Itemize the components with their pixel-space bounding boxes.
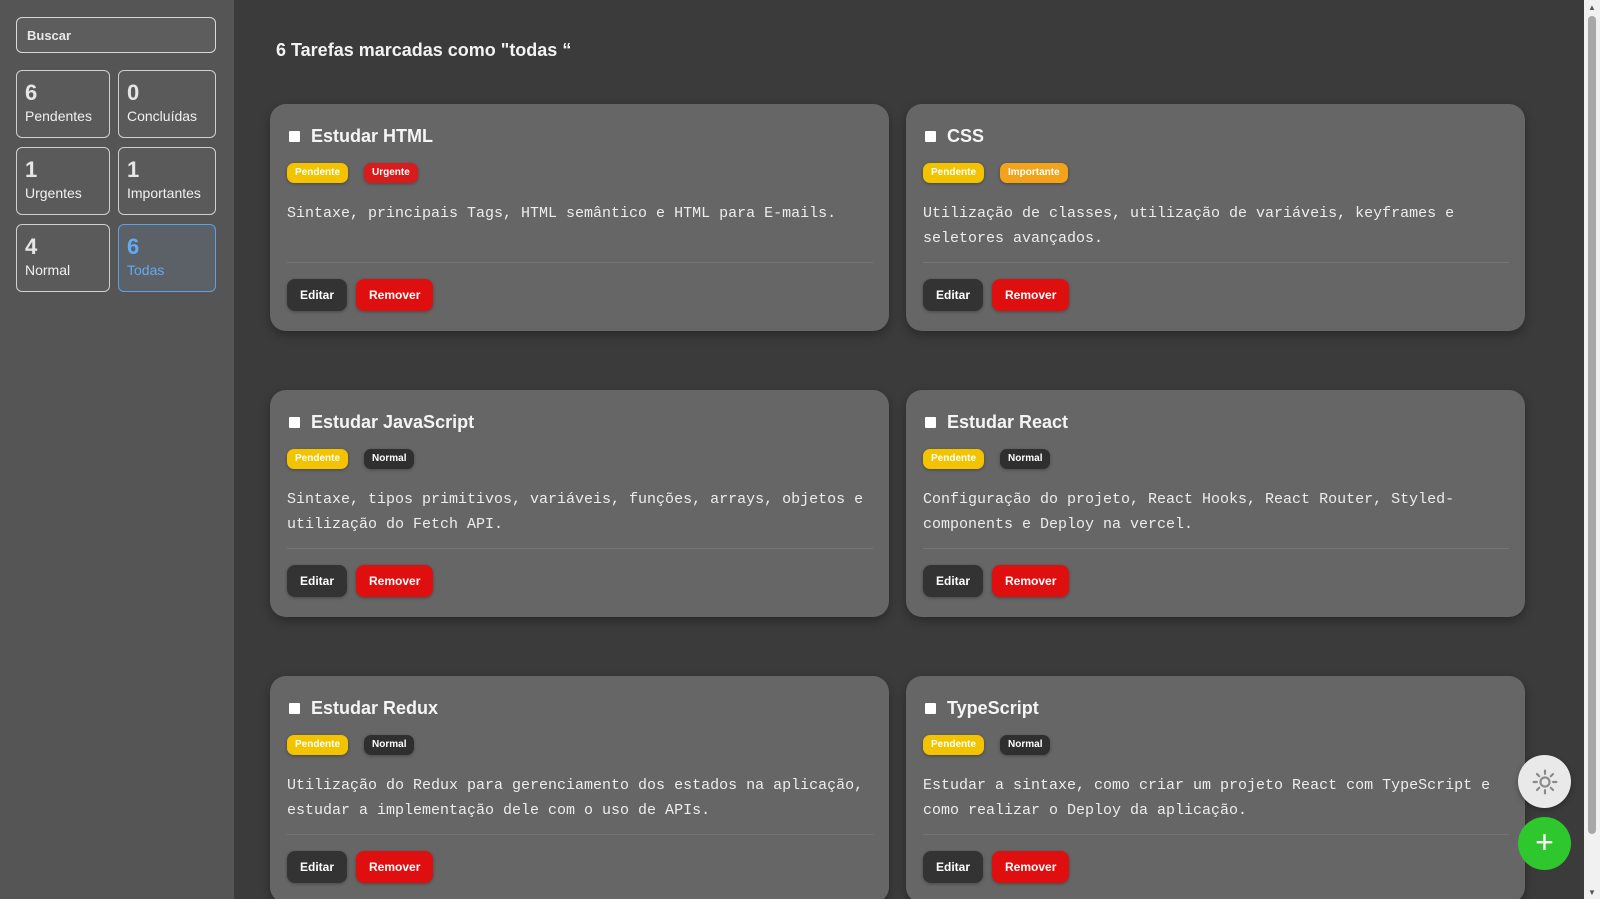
filter-count: 1 bbox=[25, 157, 38, 182]
filter-importantes[interactable]: 1 Importantes bbox=[118, 147, 216, 215]
add-task-button[interactable]: + bbox=[1518, 817, 1571, 870]
task-title: Estudar HTML bbox=[311, 125, 434, 146]
status-badge: Pendente bbox=[287, 163, 349, 183]
filter-normal[interactable]: 4 Normal bbox=[16, 224, 110, 292]
search-input[interactable] bbox=[16, 17, 216, 53]
status-badge: Pendente bbox=[287, 449, 349, 469]
task-title: Estudar React bbox=[947, 411, 1069, 432]
filter-label: Normal bbox=[25, 262, 71, 278]
task-title: Estudar JavaScript bbox=[311, 411, 475, 432]
filter-urgentes[interactable]: 1 Urgentes bbox=[16, 147, 110, 215]
task-checkbox[interactable] bbox=[289, 416, 300, 428]
task-description: Utilização de classes, utilização de var… bbox=[923, 205, 1455, 247]
task-checkbox[interactable] bbox=[289, 130, 300, 142]
scroll-up-icon[interactable]: ▲ bbox=[1584, 0, 1600, 14]
task-card: CSS Pendente Importante Utilização de cl… bbox=[906, 104, 1525, 331]
page-title: 6 Tarefas marcadas como "todas “ bbox=[276, 40, 572, 60]
divider bbox=[287, 834, 873, 835]
scrollbar-thumb[interactable] bbox=[1588, 16, 1596, 834]
filter-label: Importantes bbox=[127, 185, 201, 201]
task-checkbox[interactable] bbox=[925, 416, 936, 428]
priority-badge: Normal bbox=[1000, 449, 1051, 469]
filter-pendentes[interactable]: 6 Pendentes bbox=[16, 70, 110, 138]
task-title: TypeScript bbox=[947, 697, 1039, 718]
task-checkbox[interactable] bbox=[925, 130, 936, 142]
status-badge: Pendente bbox=[287, 735, 349, 755]
edit-button[interactable]: Editar bbox=[287, 565, 348, 597]
priority-badge: Normal bbox=[1000, 735, 1051, 755]
task-card: Estudar React Pendente Normal Configuraç… bbox=[906, 390, 1525, 617]
divider bbox=[287, 262, 873, 263]
edit-button[interactable]: Editar bbox=[923, 851, 984, 883]
task-description: Sintaxe, principais Tags, HTML semântico… bbox=[287, 205, 837, 222]
status-badge: Pendente bbox=[923, 449, 985, 469]
filter-concluidas[interactable]: 0 Concluídas bbox=[118, 70, 216, 138]
edit-button[interactable]: Editar bbox=[287, 851, 348, 883]
scroll-down-icon[interactable]: ▼ bbox=[1584, 885, 1600, 899]
remove-button[interactable]: Remover bbox=[356, 279, 434, 311]
status-badge: Pendente bbox=[923, 735, 985, 755]
edit-button[interactable]: Editar bbox=[923, 279, 984, 311]
task-list-area: 6 Tarefas marcadas como "todas “ Estudar… bbox=[234, 0, 1584, 899]
task-title: CSS bbox=[947, 125, 985, 146]
divider bbox=[923, 834, 1509, 835]
plus-icon: + bbox=[1535, 824, 1554, 860]
filter-count: 4 bbox=[25, 234, 38, 259]
task-description: Estudar a sintaxe, como criar um projeto… bbox=[923, 777, 1491, 819]
divider bbox=[287, 548, 873, 549]
filter-todas[interactable]: 6 Todas bbox=[118, 224, 216, 292]
sidebar: 6 Pendentes 0 Concluídas 1 Urgentes 1 Im… bbox=[0, 0, 234, 899]
filter-label: Concluídas bbox=[127, 108, 198, 124]
remove-button[interactable]: Remover bbox=[356, 565, 434, 597]
priority-badge: Normal bbox=[364, 735, 415, 755]
filter-label: Todas bbox=[127, 262, 165, 278]
task-checkbox[interactable] bbox=[289, 702, 300, 714]
filter-count: 1 bbox=[127, 157, 140, 182]
priority-badge: Normal bbox=[364, 449, 415, 469]
remove-button[interactable]: Remover bbox=[356, 851, 434, 883]
scrollbar[interactable]: ▲ ▼ bbox=[1584, 0, 1600, 899]
filter-label: Pendentes bbox=[25, 108, 92, 124]
filter-count: 6 bbox=[25, 80, 38, 105]
task-checkbox[interactable] bbox=[925, 702, 936, 714]
priority-badge: Importante bbox=[1000, 163, 1068, 183]
divider bbox=[923, 548, 1509, 549]
divider bbox=[923, 262, 1509, 263]
task-card: Estudar HTML Pendente Urgente Sintaxe, p… bbox=[270, 104, 889, 331]
edit-button[interactable]: Editar bbox=[287, 279, 348, 311]
remove-button[interactable]: Remover bbox=[992, 851, 1070, 883]
sun-icon bbox=[1532, 769, 1557, 794]
task-card: Estudar JavaScript Pendente Normal Sinta… bbox=[270, 390, 889, 617]
remove-button[interactable]: Remover bbox=[992, 565, 1070, 597]
edit-button[interactable]: Editar bbox=[923, 565, 984, 597]
remove-button[interactable]: Remover bbox=[992, 279, 1070, 311]
filter-count: 6 bbox=[127, 234, 140, 259]
task-description: Utilização do Redux para gerenciamento d… bbox=[287, 777, 864, 819]
filter-grid: 6 Pendentes 0 Concluídas 1 Urgentes 1 Im… bbox=[16, 70, 218, 292]
priority-badge: Urgente bbox=[364, 163, 418, 183]
filter-label: Urgentes bbox=[25, 185, 82, 201]
task-card: TypeScript Pendente Normal Estudar a sin… bbox=[906, 676, 1525, 899]
filter-count: 0 bbox=[127, 80, 140, 105]
theme-toggle-button[interactable] bbox=[1518, 755, 1571, 808]
task-description: Sintaxe, tipos primitivos, variáveis, fu… bbox=[287, 491, 864, 533]
task-title: Estudar Redux bbox=[311, 697, 439, 718]
task-description: Configuração do projeto, React Hooks, Re… bbox=[923, 491, 1455, 533]
task-card: Estudar Redux Pendente Normal Utilização… bbox=[270, 676, 889, 899]
status-badge: Pendente bbox=[923, 163, 985, 183]
